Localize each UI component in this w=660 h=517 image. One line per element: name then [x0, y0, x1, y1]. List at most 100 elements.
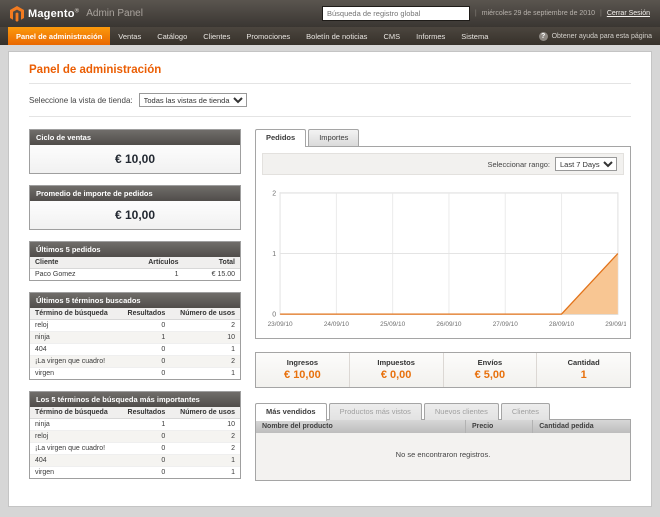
- orders-chart-panel: Seleccionar rango: Last 7 Days 23/09/10 2…: [255, 146, 631, 339]
- app-header: Magento® Admin Panel Accedió como aparco…: [0, 0, 660, 27]
- column-header: Número de usos: [170, 308, 240, 320]
- nav-item-ventas[interactable]: Ventas: [110, 27, 149, 45]
- dashboard-tab-pedidos[interactable]: Pedidos: [255, 129, 306, 147]
- table-cell: ninja: [30, 332, 119, 344]
- table-cell: 0: [119, 356, 170, 368]
- column-header: Artículos: [115, 257, 183, 269]
- table-cell: 1: [170, 467, 240, 479]
- magento-logo-icon: [10, 6, 24, 22]
- table-row[interactable]: virgen01: [30, 368, 240, 380]
- table-cell: 2: [170, 356, 240, 368]
- dashboard-columns: Ciclo de ventas € 10,00 Promedio de impo…: [29, 117, 631, 490]
- svg-text:1: 1: [272, 251, 276, 258]
- column-header: Término de búsqueda: [30, 407, 119, 419]
- total-ingresos: Ingresos€ 10,00: [256, 353, 349, 387]
- table-cell: 0: [119, 455, 170, 467]
- nav-item-clientes[interactable]: Clientes: [195, 27, 238, 45]
- nav-item-informes[interactable]: Informes: [408, 27, 453, 45]
- total-envios: Envíos€ 5,00: [443, 353, 537, 387]
- svg-text:2: 2: [272, 190, 276, 197]
- table-cell: 404: [30, 344, 119, 356]
- store-view-select[interactable]: Todas las vistas de tienda: [139, 93, 247, 107]
- current-date: miércoles 29 de septiembre de 2010: [482, 10, 595, 17]
- table-cell: 0: [119, 320, 170, 332]
- svg-text:29/09/10: 29/09/10: [605, 321, 626, 328]
- range-label: Seleccionar rango:: [487, 160, 550, 169]
- nav-item-cms[interactable]: CMS: [375, 27, 408, 45]
- table-cell: 10: [170, 332, 240, 344]
- global-search-input[interactable]: [322, 6, 470, 21]
- column-header: Número de usos: [170, 407, 240, 419]
- store-view-label: Seleccione la vista de tienda:: [29, 96, 133, 105]
- table-row[interactable]: ¡La virgen que cuadro!02: [30, 443, 240, 455]
- table-row[interactable]: reloj02: [30, 320, 240, 332]
- table-cell: 0: [119, 368, 170, 380]
- store-view-switcher: Seleccione la vista de tienda: Todas las…: [29, 84, 631, 117]
- table-cell: 0: [119, 431, 170, 443]
- svg-text:28/09/10: 28/09/10: [549, 321, 574, 328]
- nav-item-dashboard[interactable]: Panel de administración: [8, 27, 110, 45]
- table-cell: 1: [170, 344, 240, 356]
- box-title: Últimos 5 pedidos: [30, 242, 240, 257]
- dashboard-tab-importes[interactable]: Importes: [308, 129, 359, 146]
- table-row[interactable]: 40401: [30, 455, 240, 467]
- grid-tab-mas-vendidos[interactable]: Más vendidos: [255, 403, 327, 421]
- average-orders-box: Promedio de importe de pedidos € 10,00: [29, 185, 241, 230]
- lifetime-sales-value: € 10,00: [30, 145, 240, 173]
- registered-mark: ®: [75, 8, 80, 14]
- column-header: Cantidad pedida: [533, 420, 630, 433]
- table-row[interactable]: ninja110: [30, 332, 240, 344]
- nav-item-sistema[interactable]: Sistema: [453, 27, 496, 45]
- grid-tab-productos-mas-vistos: Productos más vistos: [329, 403, 422, 420]
- table-cell: 1: [170, 455, 240, 467]
- global-search: [322, 6, 470, 21]
- separator: |: [600, 10, 602, 17]
- table-cell: 0: [119, 344, 170, 356]
- svg-text:23/09/10: 23/09/10: [268, 321, 293, 328]
- table-cell: 10: [170, 419, 240, 431]
- app-title: Admin Panel: [86, 8, 143, 19]
- logout-link[interactable]: Cerrar Sesión: [607, 10, 650, 17]
- table-row[interactable]: ¡La virgen que cuadro!02: [30, 356, 240, 368]
- table-row[interactable]: virgen01: [30, 467, 240, 479]
- nav-item-boletin-de-noticias[interactable]: Boletín de noticias: [298, 27, 375, 45]
- total-impuestos: Impuestos€ 0,00: [349, 353, 443, 387]
- column-header: Resultados: [119, 407, 170, 419]
- average-orders-value: € 10,00: [30, 201, 240, 229]
- total-value: € 0,00: [350, 369, 443, 381]
- help-icon: ?: [539, 32, 548, 41]
- table-row[interactable]: Paco Gomez1€ 15.00: [30, 269, 240, 281]
- column-header: Resultados: [119, 308, 170, 320]
- nav-item-catalogo[interactable]: Catálogo: [149, 27, 195, 45]
- column-header: Término de búsqueda: [30, 308, 119, 320]
- table-cell: € 15.00: [184, 269, 240, 281]
- total-label: Cantidad: [537, 358, 630, 367]
- magento-admin-panel: Magento® Admin Panel Accedió como aparco…: [0, 0, 660, 517]
- sidebar-stats: Ciclo de ventas € 10,00 Promedio de impo…: [29, 129, 241, 490]
- total-value: 1: [537, 369, 630, 381]
- column-header: Precio: [465, 420, 532, 433]
- table-cell: 2: [170, 443, 240, 455]
- table-cell: 2: [170, 431, 240, 443]
- table-cell: ninja: [30, 419, 119, 431]
- table-cell: 2: [170, 320, 240, 332]
- table-row[interactable]: ninja110: [30, 419, 240, 431]
- box-title: Los 5 términos de búsqueda más important…: [30, 392, 240, 407]
- nav-item-promociones[interactable]: Promociones: [238, 27, 298, 45]
- range-select[interactable]: Last 7 Days: [555, 157, 617, 171]
- column-header: Total: [184, 257, 240, 269]
- table-cell: 0: [119, 443, 170, 455]
- total-value: € 10,00: [256, 369, 349, 381]
- help-label: Obtener ayuda para esta página: [552, 33, 652, 40]
- table-row[interactable]: 40401: [30, 344, 240, 356]
- lifetime-sales-box: Ciclo de ventas € 10,00: [29, 129, 241, 174]
- svg-text:26/09/10: 26/09/10: [436, 321, 461, 328]
- svg-text:24/09/10: 24/09/10: [324, 321, 349, 328]
- svg-text:0: 0: [272, 312, 276, 319]
- total-value: € 5,00: [444, 369, 537, 381]
- column-header: Nombre del producto: [256, 420, 465, 433]
- help-link[interactable]: ? Obtener ayuda para esta página: [539, 27, 652, 45]
- table-cell: ¡La virgen que cuadro!: [30, 356, 119, 368]
- orders-chart: 23/09/1024/09/1025/09/1026/09/1027/09/10…: [262, 175, 624, 332]
- table-row[interactable]: reloj02: [30, 431, 240, 443]
